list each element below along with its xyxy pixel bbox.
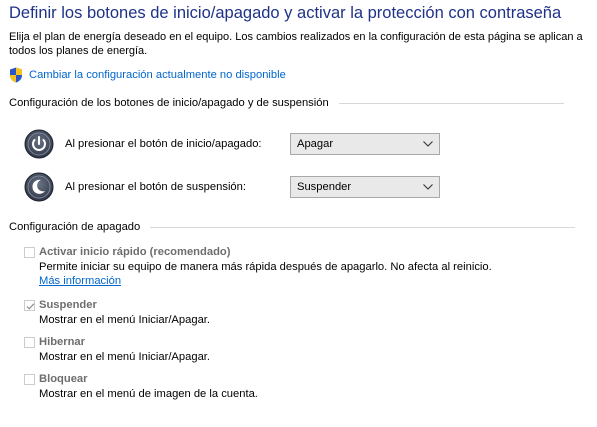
sleep-button-action-value: Suspender — [297, 181, 352, 193]
sleep-menu-label: Suspender — [39, 299, 97, 311]
power-button-label: Al presionar el botón de inicio/apagado: — [65, 138, 262, 150]
sleep-menu-checkbox[interactable] — [24, 299, 35, 311]
lock-label: Bloquear — [39, 373, 88, 385]
hibernate-option: Hibernar Mostrar en el menú Iniciar/Apag… — [24, 334, 210, 364]
checkmark-icon — [26, 302, 35, 310]
hibernate-description: Mostrar en el menú Iniciar/Apagar. — [39, 351, 211, 363]
section-divider — [150, 226, 576, 228]
chevron-down-icon — [423, 138, 433, 150]
change-settings-row[interactable]: Cambiar la configuración actualmente no … — [9, 67, 286, 83]
sleep-menu-option: Suspender Mostrar en el menú Iniciar/Apa… — [24, 297, 210, 327]
lock-option: Bloquear Mostrar en el menú de imagen de… — [24, 371, 258, 401]
shutdown-section-header: Configuración de apagado — [9, 221, 576, 233]
fast-startup-description: Permite iniciar su equipo de manera más … — [39, 261, 492, 273]
power-icon — [24, 129, 54, 159]
fast-startup-label: Activar inicio rápido (recomendado) — [39, 246, 231, 258]
fast-startup-description-block: Permite iniciar su equipo de manera más … — [39, 260, 564, 288]
change-settings-link[interactable]: Cambiar la configuración actualmente no … — [29, 69, 286, 81]
power-button-action-select[interactable]: Apagar — [290, 133, 440, 155]
sleep-moon-icon — [24, 172, 54, 202]
sleep-button-row: Al presionar el botón de suspensión: Sus… — [24, 172, 440, 202]
power-button-action-value: Apagar — [297, 138, 334, 150]
sleep-button-label: Al presionar el botón de suspensión: — [65, 181, 246, 193]
page-description: Elija el plan de energía deseado en el e… — [9, 31, 583, 57]
power-buttons-section-title: Configuración de los botones de inicio/a… — [9, 97, 329, 109]
page-title: Definir los botones de inicio/apagado y … — [9, 4, 562, 22]
fast-startup-option: Activar inicio rápido (recomendado) Perm… — [24, 244, 564, 288]
hibernate-label: Hibernar — [39, 336, 86, 348]
lock-checkbox[interactable] — [24, 373, 35, 385]
more-info-link[interactable]: Más información — [39, 275, 121, 287]
section-divider — [338, 102, 564, 104]
sleep-button-action-select[interactable]: Suspender — [290, 176, 440, 198]
power-buttons-section-header: Configuración de los botones de inicio/a… — [9, 97, 564, 109]
fast-startup-checkbox[interactable] — [24, 246, 35, 258]
lock-description: Mostrar en el menú de imagen de la cuent… — [39, 388, 258, 400]
uac-shield-icon — [9, 67, 23, 83]
sleep-menu-description: Mostrar en el menú Iniciar/Apagar. — [39, 314, 211, 326]
power-button-row: Al presionar el botón de inicio/apagado:… — [24, 129, 440, 159]
shutdown-section-title: Configuración de apagado — [9, 221, 141, 233]
hibernate-checkbox[interactable] — [24, 336, 35, 348]
chevron-down-icon — [423, 181, 433, 193]
